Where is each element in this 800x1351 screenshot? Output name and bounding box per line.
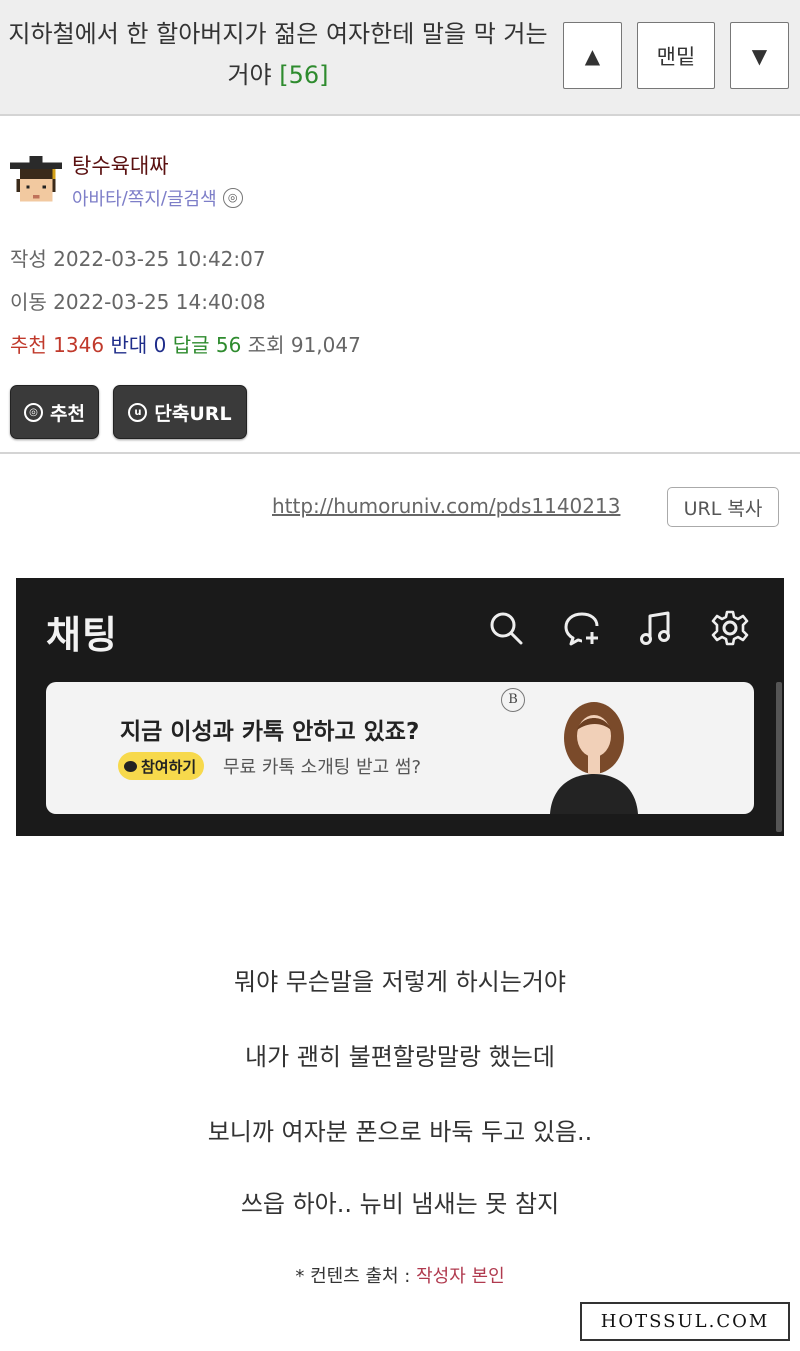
written-value: 2022-03-25 10:42:07	[53, 247, 266, 271]
recommend-icon: ◎	[24, 402, 44, 422]
scrollbar[interactable]	[776, 682, 782, 832]
recommend-button[interactable]: ◎ 추천	[10, 385, 99, 439]
reply-count-badge[interactable]: [56]	[279, 61, 328, 89]
settings-icon	[711, 610, 749, 646]
ad-join-tag[interactable]: 참여하기	[118, 752, 205, 780]
moved-label: 이동	[10, 290, 47, 314]
reply-count: 56	[215, 333, 242, 357]
music-icon	[640, 611, 670, 645]
body-line: 보니까 여자분 폰으로 바둑 두고 있음..	[207, 1118, 593, 1146]
chat-bubble-icon	[124, 760, 137, 772]
views-count: 91,047	[290, 333, 361, 357]
level-badge-icon: ◎	[222, 188, 243, 208]
body-line: 뭐야 무슨말을 저렇게 하시는거야	[233, 968, 566, 996]
source-author: 작성자 본인	[416, 1266, 505, 1287]
oppose-count: 0	[153, 333, 167, 357]
post-header: 지하철에서 한 할아버지가 젊은 여자한테 말을 막 거는거야 [56] ▲ 맨…	[0, 0, 800, 116]
author-links: 아바타 / 쪽지 / 글검색 ◎	[72, 185, 243, 211]
recommend-button-label: 추천	[50, 402, 85, 425]
up-arrow-icon: ▲	[584, 43, 601, 68]
avatar-link[interactable]: 아바타	[72, 185, 122, 211]
written-label: 작성	[10, 247, 47, 271]
reply-label: 답글	[172, 333, 210, 357]
new-chat-icon	[564, 612, 599, 646]
moved-date: 이동 2022-03-25 14:40:08	[10, 286, 266, 315]
post-search-link[interactable]: 글검색	[167, 185, 217, 211]
recommend-count: 1346	[53, 333, 105, 357]
ad-banner[interactable]: 지금 이성과 카톡 안하고 있죠? 참여하기 무료 카톡 소개팅 받고 썸? B	[46, 682, 754, 814]
url-icon: u	[128, 402, 148, 422]
recommend-label: 추천	[10, 333, 47, 357]
body-line: 쓰읍 하아.. 뉴비 냄새는 못 참지	[240, 1190, 560, 1218]
ad-subtext: 무료 카톡 소개팅 받고 썸?	[223, 757, 422, 778]
message-link[interactable]: 쪽지	[128, 185, 161, 211]
post-title-text: 지하철에서 한 할아버지가 젊은 여자한테 말을 막 거는거야	[8, 20, 548, 89]
body-line: 내가 괜히 불편할랑말랑 했는데	[245, 1043, 555, 1071]
embedded-screenshot: 채팅 지금 이성과 카톡 안하고 있죠? 참여하기 무료 카톡 소개팅 받고 썸…	[16, 578, 784, 836]
oppose-label: 반대	[110, 333, 148, 357]
copy-url-button[interactable]: URL 복사	[667, 487, 779, 527]
scroll-down-button[interactable]: ▼	[730, 22, 789, 89]
avatar[interactable]	[10, 156, 62, 208]
site-watermark: HOTSSUL.COM	[580, 1302, 790, 1341]
ad-join-label: 참여하기	[141, 757, 197, 776]
scroll-bottom-button[interactable]: 맨밑	[637, 22, 715, 89]
post-stats: 추천 1346 반대 0 답글 56 조회 91,047	[10, 329, 361, 358]
search-icon	[490, 612, 523, 645]
moved-value: 2022-03-25 14:40:08	[53, 290, 266, 314]
ad-person-image	[550, 702, 638, 814]
written-date: 작성 2022-03-25 10:42:07	[10, 243, 266, 272]
bottom-button-label: 맨밑	[656, 44, 696, 69]
source-prefix: * 컨텐츠 출처 :	[295, 1266, 417, 1287]
author-nickname[interactable]: 탕수육대짜	[72, 150, 169, 180]
down-arrow-icon: ▼	[751, 43, 768, 68]
ad-headline: 지금 이성과 카톡 안하고 있죠?	[120, 719, 420, 745]
views-label: 조회	[247, 333, 285, 357]
short-url-button[interactable]: u 단축URL	[113, 385, 247, 439]
post-title: 지하철에서 한 할아버지가 젊은 여자한테 말을 막 거는거야 [56]	[0, 14, 556, 96]
brand-logo: B	[501, 688, 525, 712]
short-url-button-label: 단축URL	[154, 402, 232, 425]
chat-title: 채팅	[46, 613, 118, 657]
scroll-up-button[interactable]: ▲	[563, 22, 622, 89]
section-divider	[0, 452, 800, 454]
post-url-link[interactable]: http://humoruniv.com/pds1140213	[272, 494, 620, 518]
content-source: * 컨텐츠 출처 : 작성자 본인	[0, 1262, 800, 1288]
